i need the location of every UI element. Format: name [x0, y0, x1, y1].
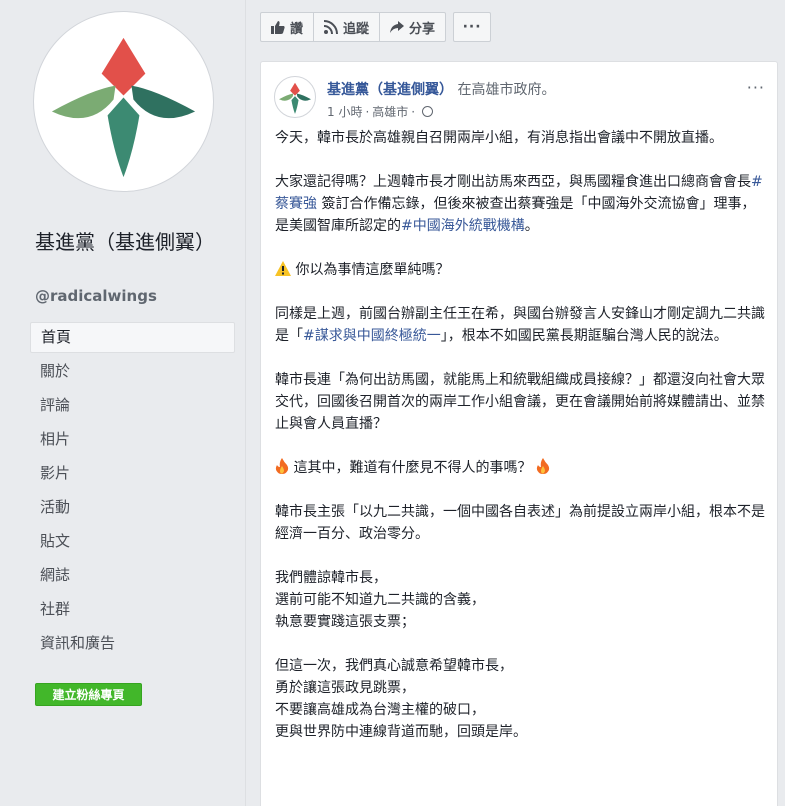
post-line: 但這一次，我們真心誠意希望韓市長， — [275, 658, 513, 674]
post-author-avatar[interactable] — [274, 76, 316, 118]
nav-item-reviews[interactable]: 評論 — [30, 390, 235, 424]
post-paragraph: 你以為事情這麼單純嗎？ — [275, 259, 765, 281]
post-paragraph: 同樣是上週，前國台辦副主任王在希，與國台辦發言人安鋒山才剛定調九二共識是「#謀求… — [275, 306, 765, 344]
post-header: 基進黨（基進側翼） 在高雄市政府。 — [327, 79, 555, 99]
fire-icon — [275, 458, 289, 474]
post-text: 今天，韓市長於高雄親自召開兩岸小組，有消息指出會議中不開放直播。 大家還記得嗎？… — [275, 127, 765, 743]
like-label: 讚 — [290, 21, 304, 37]
column-divider — [245, 0, 246, 806]
post-options-button[interactable]: ··· — [747, 78, 765, 97]
post-meta: 1 小時 · 高雄市 · — [327, 103, 434, 120]
post-card: 基進黨（基進側翼） 在高雄市政府。 1 小時 · 高雄市 · ··· 今天，韓市… — [260, 61, 778, 806]
post-line: 不要讓高雄成為台灣主權的破口， — [275, 702, 485, 718]
share-button[interactable]: 分享 — [379, 12, 447, 42]
page-nav: 首頁 關於 評論 相片 影片 活動 貼文 網誌 社群 資訊和廣告 — [30, 322, 235, 662]
create-page-button[interactable]: 建立粉絲專頁 — [35, 683, 142, 706]
page-sidebar: 基進黨（基進側翼） @radicalwings 首頁 關於 評論 相片 影片 活… — [0, 0, 245, 806]
page-username[interactable]: @radicalwings — [35, 287, 157, 305]
post-paragraph: 大家還記得嗎？上週韓市長才剛出訪馬來西亞，與馬國糧食進出口總商會會長#蔡賽強 簽… — [275, 174, 763, 234]
meta-separator: · — [365, 104, 370, 119]
thumbs-up-icon — [271, 20, 285, 34]
nav-item-info-ads[interactable]: 資訊和廣告 — [30, 628, 235, 662]
post-line: 選前可能不知道九二共識的含義， — [275, 592, 485, 608]
radical-party-logo-icon — [51, 37, 196, 178]
post-line: 執意要實踐這張支票； — [275, 614, 415, 630]
share-arrow-icon — [390, 21, 405, 33]
post-paragraph: 今天，韓市長於高雄親自召開兩岸小組，有消息指出會議中不開放直播。 — [275, 130, 723, 146]
hashtag-link[interactable]: #謀求與中國終極統一 — [303, 328, 441, 344]
nav-item-notes[interactable]: 網誌 — [30, 560, 235, 594]
post-checkin[interactable]: 在高雄市政府。 — [457, 82, 555, 98]
post-paragraph: 韓市長主張「以九二共識，一個中國各自表述」為前提設立兩岸小組，根本不是經濟一百分… — [275, 504, 765, 542]
post-timestamp[interactable]: 1 小時 — [327, 103, 362, 120]
share-label: 分享 — [409, 21, 436, 37]
globe-icon[interactable] — [422, 106, 434, 117]
post-place[interactable]: 高雄市 — [372, 103, 408, 120]
radical-party-logo-icon — [279, 82, 311, 114]
follow-button[interactable]: 追蹤 — [313, 12, 381, 42]
hashtag-link[interactable]: #中國海外統戰機構 — [401, 218, 525, 234]
post-paragraph: 這其中，難道有什麼見不得人的事嗎？ — [275, 457, 765, 479]
post-line: 我們體諒韓市長， — [275, 570, 387, 586]
follow-label: 追蹤 — [343, 21, 370, 37]
nav-item-community[interactable]: 社群 — [30, 594, 235, 628]
warning-icon — [275, 261, 291, 276]
nav-item-about[interactable]: 關於 — [30, 356, 235, 390]
page-title: 基進黨（基進側翼） — [35, 230, 215, 254]
post-paragraph: 韓市長連「為何出訪馬國，就能馬上和統戰組織成員接線？」都還沒向社會大眾交代，回國… — [275, 372, 765, 432]
page-avatar[interactable] — [33, 11, 214, 192]
post-author-link[interactable]: 基進黨（基進側翼） — [327, 82, 453, 98]
nav-item-posts[interactable]: 貼文 — [30, 526, 235, 560]
nav-item-videos[interactable]: 影片 — [30, 458, 235, 492]
post-line: 勇於讓這張政見跳票， — [275, 680, 415, 696]
meta-separator: · — [411, 104, 416, 119]
like-button[interactable]: 讚 — [260, 12, 315, 42]
rss-follow-icon — [324, 20, 339, 34]
nav-item-events[interactable]: 活動 — [30, 492, 235, 526]
page-action-bar: 讚 追蹤 分享 ··· — [260, 12, 492, 42]
more-options-button[interactable]: ··· — [453, 12, 492, 42]
post-line: 更與世界防中連線背道而馳，回頭是岸。 — [275, 724, 527, 740]
fire-icon — [536, 458, 550, 474]
nav-item-photos[interactable]: 相片 — [30, 424, 235, 458]
nav-item-home[interactable]: 首頁 — [30, 322, 235, 353]
